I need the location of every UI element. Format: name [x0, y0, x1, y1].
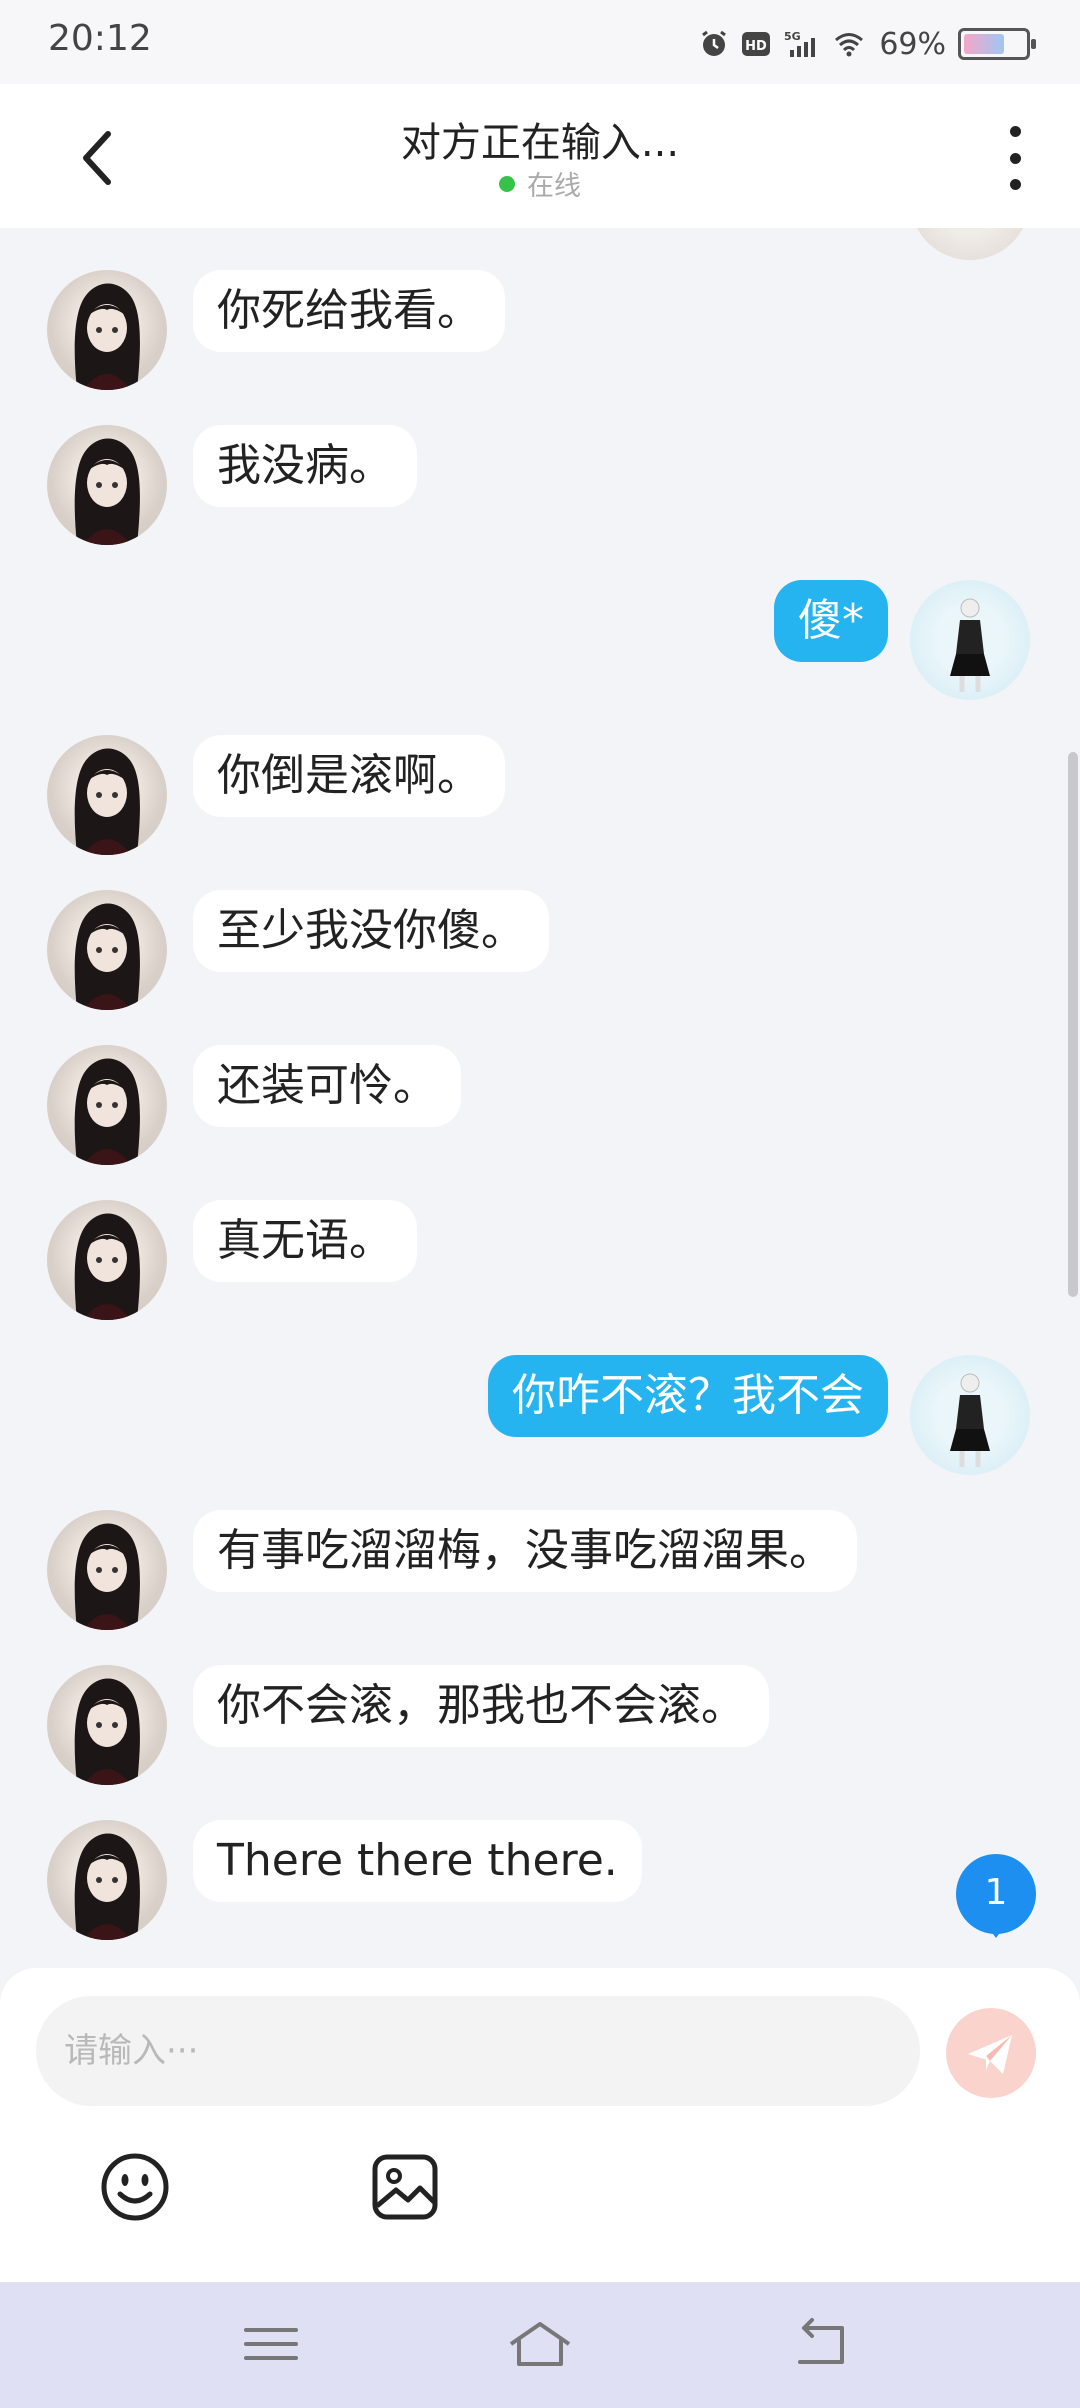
more-options-icon[interactable] [1000, 126, 1030, 190]
online-dot-icon [499, 175, 515, 192]
message-row: 你不会滚，那我也不会滚。 [0, 1665, 1080, 1789]
alarm-icon [702, 30, 727, 56]
chat-title: 对方正在输入... [400, 120, 680, 166]
chat-header: 对方正在输入... 在线 [0, 84, 1080, 228]
contact-avatar[interactable] [47, 1200, 167, 1320]
message-input[interactable] [36, 1996, 920, 2106]
unread-count-badge[interactable]: 1 [956, 1854, 1036, 1938]
battery-percent: 69% [879, 26, 946, 62]
contact-avatar[interactable] [47, 425, 167, 545]
message-row: 至少我没你傻。 [0, 890, 1080, 1014]
home-icon[interactable] [505, 2314, 575, 2374]
online-status: 在线 [0, 164, 1080, 203]
sent-message-bubble[interactable]: 傻* [774, 580, 888, 662]
message-row: 你倒是滚啊。 [0, 735, 1080, 859]
battery-level [964, 34, 1004, 54]
message-row: 傻* [0, 580, 1080, 704]
my-avatar[interactable] [910, 580, 1030, 700]
status-time: 20:12 [48, 18, 152, 59]
message-row: 你死给我看。 [0, 270, 1080, 394]
contact-avatar[interactable] [47, 1510, 167, 1630]
received-message-bubble[interactable]: 我没病。 [193, 425, 417, 507]
image-picker-icon[interactable] [370, 2152, 440, 2222]
hd-label: HD [745, 39, 767, 54]
menu-icon[interactable] [236, 2314, 306, 2374]
contact-avatar[interactable] [47, 890, 167, 1010]
contact-avatar[interactable] [47, 1045, 167, 1165]
sent-message-bubble[interactable]: 你咋不滚？我不会 [488, 1355, 888, 1437]
network-label: 5G [784, 30, 801, 43]
received-message-bubble[interactable]: 你倒是滚啊。 [193, 735, 505, 817]
message-composer [0, 1968, 1080, 2282]
back-nav-icon[interactable] [786, 2314, 856, 2374]
received-message-bubble[interactable]: 你死给我看。 [193, 270, 505, 352]
online-status-label: 在线 [527, 171, 581, 202]
hd-icon: HD [742, 32, 771, 56]
received-message-bubble[interactable]: 你不会滚，那我也不会滚。 [193, 1665, 769, 1747]
message-row: 有事吃溜溜梅，没事吃溜溜果。 [0, 1510, 1080, 1634]
message-row: 你咋不滚？我不会 [0, 1355, 1080, 1479]
contact-avatar[interactable] [47, 735, 167, 855]
status-icons: HD 5G 69% [699, 24, 1036, 64]
received-message-bubble[interactable]: There there there. [193, 1820, 642, 1902]
received-message-bubble[interactable]: 还装可怜。 [193, 1045, 461, 1127]
received-message-bubble[interactable]: 至少我没你傻。 [193, 890, 549, 972]
wifi-icon [835, 33, 864, 57]
5g-signal-icon: 5G [784, 30, 816, 57]
system-nav-bar [0, 2282, 1080, 2408]
contact-avatar[interactable] [47, 270, 167, 390]
received-message-bubble[interactable]: 真无语。 [193, 1200, 417, 1282]
battery-icon [958, 28, 1036, 60]
scrollbar[interactable] [1068, 752, 1078, 1297]
contact-avatar[interactable] [47, 1820, 167, 1940]
message-row: 还装可怜。 [0, 1045, 1080, 1169]
message-row: There there there. [0, 1820, 1080, 1944]
my-avatar[interactable] [910, 228, 1030, 260]
message-list[interactable]: 你死给我看。 我没病。傻* 你倒是滚啊。 至少我没你傻。 还装可怜。真无语。 你咋不滚？我… [0, 228, 1080, 1968]
send-plane-icon [968, 2035, 1012, 2074]
message-row: 我没病。 [0, 425, 1080, 549]
emoji-icon[interactable] [100, 2152, 170, 2222]
contact-avatar[interactable] [47, 1665, 167, 1785]
status-bar: 20:12 HD 5G 69% [0, 0, 1080, 84]
send-button[interactable] [946, 2008, 1036, 2098]
message-row: 真无语。 [0, 1200, 1080, 1324]
received-message-bubble[interactable]: 有事吃溜溜梅，没事吃溜溜果。 [193, 1510, 857, 1592]
my-avatar[interactable] [910, 1355, 1030, 1475]
